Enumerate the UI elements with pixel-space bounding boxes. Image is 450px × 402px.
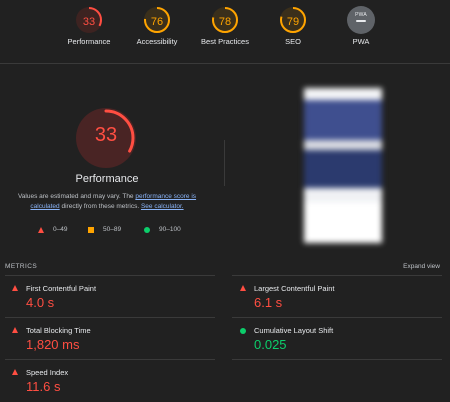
fail-triangle-icon <box>12 327 18 333</box>
fail-triangle-icon <box>12 369 18 375</box>
expand-view-toggle[interactable]: Expand view <box>403 263 440 270</box>
metric-name: Total Blocking Time <box>26 326 91 335</box>
performance-title: Performance <box>75 173 139 185</box>
final-screenshot-thumbnail[interactable] <box>304 88 382 243</box>
metric-name: Cumulative Layout Shift <box>254 326 334 335</box>
fail-triangle-icon <box>240 285 246 291</box>
metrics-heading: METRICS <box>5 263 38 270</box>
category-gauges: 33 Performance 76 Accessibility 78 Best … <box>0 0 450 64</box>
legend-fail-label: 0–49 <box>53 226 68 233</box>
metric-first-contentful-paint: First Contentful Paint 4.0 s <box>12 284 212 314</box>
performance-desc-prefix: Values are estimated and may vary. The <box>17 193 136 200</box>
performance-desc-mid: directly from these metrics. <box>59 203 141 210</box>
thumb-footer <box>304 202 382 243</box>
legend-pass-label: 90–100 <box>159 226 181 233</box>
thumb-header <box>304 88 382 100</box>
see-calculator-link[interactable]: See calculator. <box>141 203 184 210</box>
legend-fail: 0–49 <box>38 226 67 233</box>
metric-name: First Contentful Paint <box>26 284 97 293</box>
metric-name: Speed Index <box>26 368 69 377</box>
metric-row-divider <box>5 317 215 318</box>
section-divider <box>224 140 225 186</box>
metric-cumulative-layout-shift: Cumulative Layout Shift 0.025 <box>240 326 440 356</box>
legend-pass: 90–100 <box>144 226 181 233</box>
legend-average: 50–89 <box>88 226 121 233</box>
metric-value: 11.6 s <box>26 379 61 394</box>
thumb-text <box>304 188 382 202</box>
metric-largest-contentful-paint: Largest Contentful Paint 6.1 s <box>240 284 440 314</box>
thumb-image <box>304 150 382 188</box>
metrics-divider-right <box>232 275 442 276</box>
thumb-bar <box>304 140 382 150</box>
metric-value: 1,820 ms <box>26 337 80 352</box>
legend-average-label: 50–89 <box>103 226 122 233</box>
pass-circle-icon <box>144 226 150 233</box>
metric-name: Largest Contentful Paint <box>254 284 335 293</box>
average-square-icon <box>88 226 94 233</box>
metric-row-divider <box>5 359 215 360</box>
metrics-divider-left <box>5 275 215 276</box>
score-legend: 0–49 50–89 90–100 <box>30 226 200 236</box>
metric-value: 0.025 <box>254 337 287 352</box>
metric-row-divider <box>232 317 442 318</box>
gauge-pwa-label: PWA <box>352 37 370 46</box>
metric-row-divider <box>232 359 442 360</box>
fail-triangle-icon <box>38 226 44 233</box>
performance-score-gauge: 33 <box>76 108 136 168</box>
pwa-badge-dash <box>356 20 366 22</box>
pass-circle-icon <box>240 328 246 334</box>
performance-description: Values are estimated and may vary. The p… <box>10 192 204 212</box>
metric-value: 4.0 s <box>26 295 55 310</box>
metric-speed-index: Speed Index 11.6 s <box>12 368 212 398</box>
fail-triangle-icon <box>12 285 18 291</box>
metric-value: 6.1 s <box>254 295 283 310</box>
pwa-badge-icon: PWA <box>347 6 375 34</box>
performance-score-value: 33 <box>94 124 118 146</box>
metric-total-blocking-time: Total Blocking Time 1,820 ms <box>12 326 212 356</box>
gauge-pwa[interactable]: PWA PWA <box>316 6 406 46</box>
pwa-badge-text: PWA <box>355 12 367 18</box>
thumb-hero <box>304 100 382 140</box>
